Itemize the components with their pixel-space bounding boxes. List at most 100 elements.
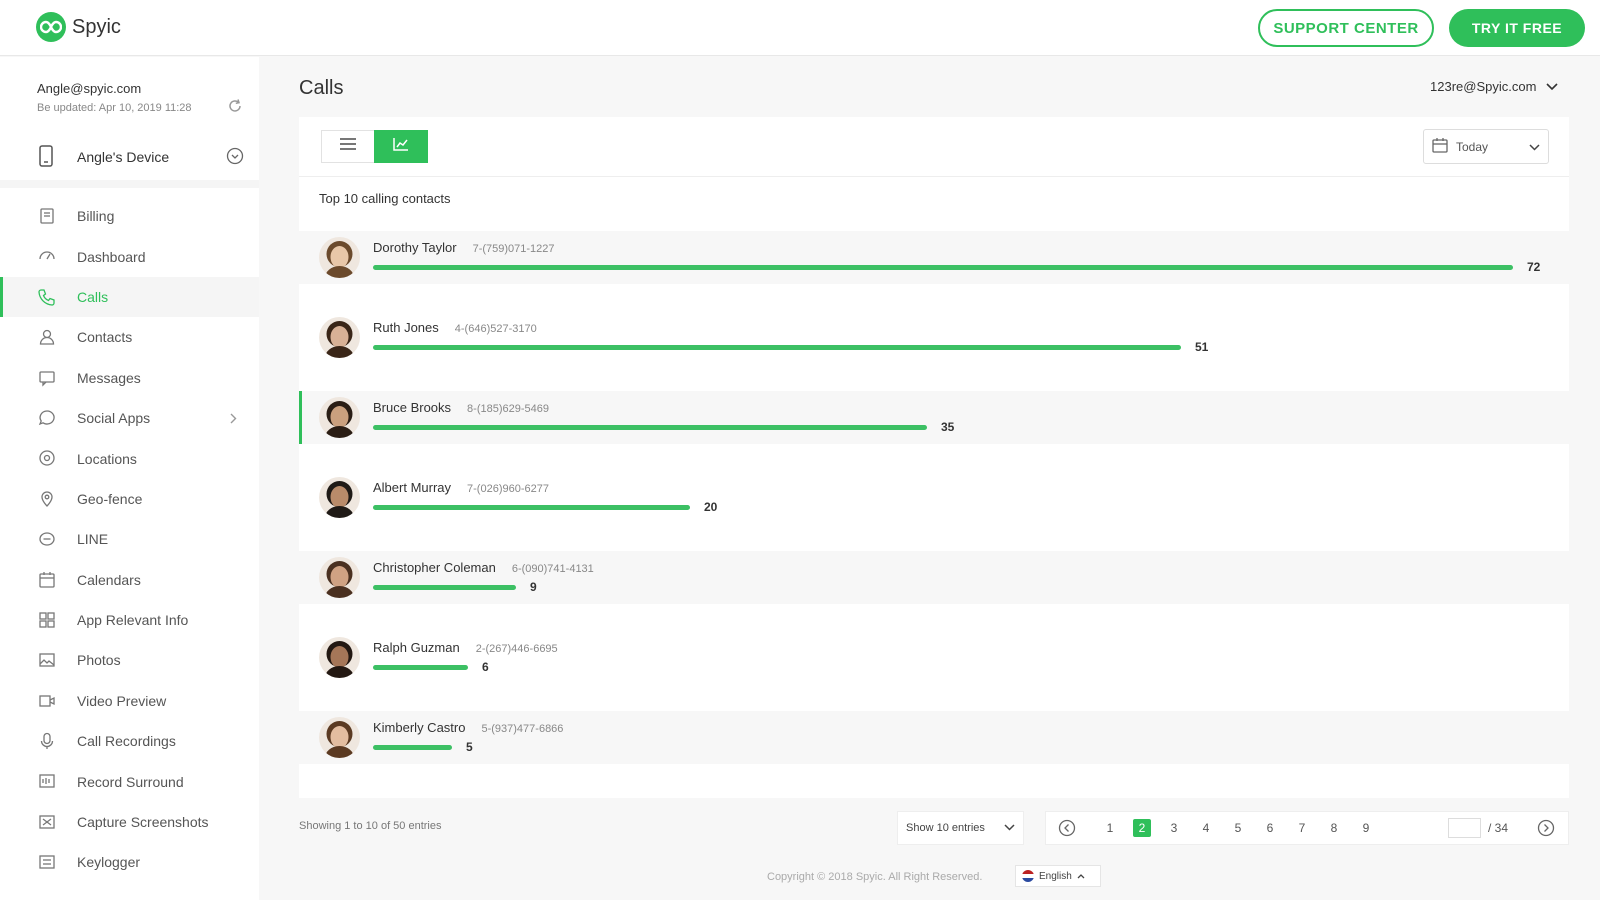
date-filter-value: Today — [1456, 139, 1489, 154]
refresh-icon[interactable] — [226, 97, 244, 115]
chart-view-button[interactable] — [374, 130, 428, 163]
next-page-icon[interactable] — [1537, 819, 1555, 842]
prev-page-icon[interactable] — [1058, 819, 1076, 842]
phone-device-icon — [38, 145, 54, 172]
contacts-icon — [38, 328, 56, 346]
chevron-down-icon — [1529, 140, 1540, 154]
sidebar-item-dashboard[interactable]: Dashboard — [0, 236, 259, 276]
sidebar-item-photos[interactable]: Photos — [0, 640, 259, 680]
sidebar-item-social-apps[interactable]: Social Apps — [0, 398, 259, 438]
call-count-label: 35 — [941, 420, 955, 434]
page-3[interactable]: 3 — [1165, 821, 1183, 835]
contact-row[interactable]: Christopher Coleman 6-(090)741-4131 9 — [299, 551, 1569, 604]
contact-row[interactable]: Kimberly Castro 5-(937)477-6866 5 — [299, 711, 1569, 764]
spyic-logo-icon — [36, 12, 66, 42]
list-view-button[interactable] — [321, 130, 375, 163]
page-8[interactable]: 8 — [1325, 821, 1343, 835]
sidebar-item-contacts[interactable]: Contacts — [0, 317, 259, 357]
try-it-free-button[interactable]: TRY IT FREE — [1449, 9, 1585, 47]
photo-icon — [38, 651, 56, 669]
contact-name: Kimberly Castro 5-(937)477-6866 — [373, 720, 563, 735]
page-5[interactable]: 5 — [1229, 821, 1247, 835]
account-switcher[interactable]: 123re@Spyic.com — [1430, 79, 1558, 94]
sidebar-item-keylogger[interactable]: Keylogger — [0, 842, 259, 882]
call-count-bar — [373, 425, 927, 430]
call-count-bar — [373, 745, 452, 750]
sidebar-item-calls[interactable]: Calls — [0, 276, 259, 318]
support-center-button[interactable]: SUPPORT CENTER — [1258, 9, 1434, 47]
contact-row[interactable]: Dorothy Taylor 7-(759)071-1227 72 — [299, 231, 1569, 284]
sidebar: Angle@spyic.com Be updated: Apr 10, 2019… — [0, 57, 259, 900]
contact-name-text: Christopher Coleman — [373, 560, 496, 575]
page-1[interactable]: 1 — [1101, 821, 1119, 835]
language-select[interactable]: English — [1015, 865, 1101, 887]
sidebar-item-label: Photos — [77, 652, 121, 669]
chat-bubble-icon — [38, 409, 56, 427]
dashboard-icon — [38, 247, 56, 265]
contact-name-text: Kimberly Castro — [373, 720, 466, 735]
sidebar-item-call-recordings[interactable]: Call Recordings — [0, 721, 259, 761]
contact-name: Bruce Brooks 8-(185)629-5469 — [373, 400, 549, 415]
page-jump-input[interactable] — [1448, 818, 1481, 838]
call-count-label: 20 — [704, 500, 718, 514]
avatar — [319, 637, 360, 678]
sidebar-nav: Billing Dashboard Calls Contacts Messages Soc… — [0, 196, 259, 883]
sidebar-item-label: Call Recordings — [77, 733, 176, 750]
contact-phone: 8-(185)629-5469 — [467, 403, 549, 415]
sidebar-item-capture-screenshots[interactable]: Capture Screenshots — [0, 802, 259, 842]
call-count-label: 9 — [530, 580, 537, 594]
sidebar-item-label: Keylogger — [77, 854, 141, 871]
top-header: Spyic SUPPORT CENTER TRY IT FREE — [0, 0, 1600, 56]
chevron-down-circle-icon[interactable] — [226, 147, 244, 170]
call-count-label: 51 — [1195, 340, 1209, 354]
sidebar-item-label: Calendars — [77, 571, 141, 588]
entries-summary: Showing 1 to 10 of 50 entries — [299, 820, 442, 832]
page-9[interactable]: 9 — [1357, 821, 1375, 835]
sidebar-item-label: LINE — [77, 531, 109, 548]
logo[interactable]: Spyic — [36, 12, 121, 42]
account-switcher-label: 123re@Spyic.com — [1430, 79, 1537, 94]
entries-per-page-select[interactable]: Show 10 entries — [897, 811, 1024, 845]
account-email: Angle@spyic.com — [37, 81, 142, 96]
contact-row[interactable]: Albert Murray 7-(026)960-6277 20 — [299, 471, 1569, 524]
brand-name: Spyic — [72, 15, 121, 38]
copyright: Copyright © 2018 Spyic. All Right Reserv… — [767, 871, 983, 883]
sidebar-item-calendars[interactable]: Calendars — [0, 560, 259, 600]
contact-row[interactable]: Ruth Jones 4-(646)527-3170 51 — [299, 311, 1569, 364]
page-7[interactable]: 7 — [1293, 821, 1311, 835]
contact-name: Ralph Guzman 2-(267)446-6695 — [373, 640, 558, 655]
device-selector[interactable]: Angle's Device — [0, 137, 259, 177]
sidebar-item-messages[interactable]: Messages — [0, 358, 259, 398]
sidebar-item-label: Calls — [77, 288, 109, 305]
contact-row[interactable]: Ralph Guzman 2-(267)446-6695 6 — [299, 631, 1569, 684]
contact-row[interactable]: Bruce Brooks 8-(185)629-5469 35 — [299, 391, 1569, 444]
sidebar-item-video-preview[interactable]: Video Preview — [0, 681, 259, 721]
geofence-icon — [38, 490, 56, 508]
contact-name-text: Bruce Brooks — [373, 400, 452, 415]
calls-panel: Today Top 10 calling contacts Dorothy Ta… — [299, 117, 1569, 798]
call-count-bar — [373, 665, 468, 670]
avatar — [319, 237, 360, 278]
sidebar-item-geo-fence[interactable]: Geo-fence — [0, 479, 259, 519]
sidebar-item-billing[interactable]: Billing — [0, 196, 259, 236]
video-icon — [38, 692, 56, 710]
avatar — [319, 397, 360, 438]
call-count-label: 72 — [1527, 260, 1541, 274]
page-2[interactable]: 2 — [1133, 819, 1151, 837]
contact-name: Ruth Jones 4-(646)527-3170 — [373, 320, 537, 335]
date-filter-select[interactable]: Today — [1423, 129, 1549, 164]
page-4[interactable]: 4 — [1197, 821, 1215, 835]
sidebar-item-app-relevant-info[interactable]: App Relevant Info — [0, 600, 259, 640]
record-icon — [38, 772, 56, 790]
sidebar-item-locations[interactable]: Locations — [0, 438, 259, 478]
call-count-bar — [373, 345, 1181, 350]
sidebar-item-line[interactable]: LINE — [0, 519, 259, 559]
sidebar-item-label: Capture Screenshots — [77, 814, 209, 831]
phone-icon — [38, 288, 56, 306]
sidebar-item-label: Dashboard — [77, 248, 146, 265]
call-count-label: 6 — [482, 660, 489, 674]
contact-name-text: Ruth Jones — [373, 320, 439, 335]
calendar-icon — [38, 571, 56, 589]
sidebar-item-record-surround[interactable]: Record Surround — [0, 761, 259, 801]
page-6[interactable]: 6 — [1261, 821, 1279, 835]
